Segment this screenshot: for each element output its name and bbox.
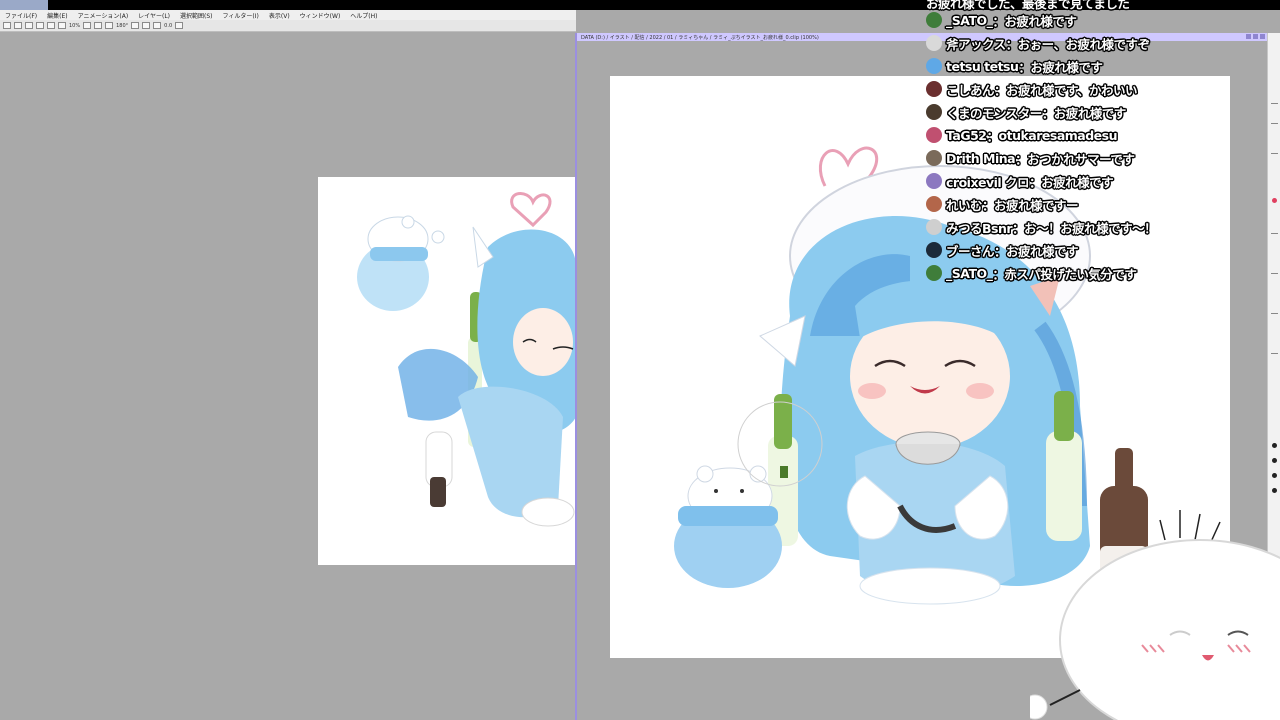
palette-separator <box>1271 233 1278 234</box>
zoom-readout: 10% <box>69 22 81 29</box>
zoom-in-button[interactable] <box>83 22 92 29</box>
menu-item-window[interactable]: ウィンドウ(W) <box>295 11 346 20</box>
rotation-readout: 180° <box>116 22 129 29</box>
chat-message: 斧アックス：おぉー、お疲れ様ですぞ <box>926 32 1150 54</box>
menu-item-layer[interactable]: レイヤー(L) <box>133 11 175 20</box>
chat-message-text: お疲れ様です <box>1004 13 1077 29</box>
menu-item-edit[interactable]: 編集(E) <box>42 11 72 20</box>
chat-message-text: お～！お疲れ様です～！ <box>1024 220 1157 236</box>
chat-message-text: お疲れ様です <box>1030 59 1103 75</box>
chat-author: みつるBsnr <box>946 220 1013 236</box>
avatar <box>926 104 942 120</box>
chat-author: Drith Mina <box>946 150 1016 166</box>
flip-button[interactable] <box>153 22 162 29</box>
chat-message-text: お疲れ様です <box>1041 174 1114 190</box>
chat-message: れいむ：お疲れ様ですー <box>926 193 1079 215</box>
avatar <box>926 81 942 97</box>
brush-size-dot[interactable] <box>1272 458 1277 463</box>
menu-item-animation[interactable]: アニメーション(A) <box>73 11 134 20</box>
color-swatch-red[interactable] <box>1272 198 1277 203</box>
chat-author: tetsu tetsu <box>946 58 1019 74</box>
chat-message-text: おつかれサマーです <box>1027 151 1135 167</box>
chat-author: こしあん <box>946 82 995 98</box>
chat-message-text: お疲れ様です、かわいい <box>1006 82 1138 98</box>
undo-button[interactable] <box>36 22 44 29</box>
chat-message: くまのモンスター：お疲れ様です <box>926 101 1126 123</box>
palette-separator <box>1271 353 1278 354</box>
app-icon-strip <box>0 0 48 10</box>
open-file-button[interactable] <box>14 22 22 29</box>
palette-separator <box>1271 273 1278 274</box>
new-file-button[interactable] <box>3 22 11 29</box>
avatar <box>926 265 942 281</box>
rotate-left-button[interactable] <box>131 22 140 29</box>
reset-view-button[interactable] <box>175 22 184 29</box>
zoom-out-button[interactable] <box>94 22 103 29</box>
chat-message: こしあん：お疲れ様です、かわいい <box>926 78 1138 100</box>
stream-chat-overlay: お疲れ様でした、最後まで見てました _SATO_：お疲れ様です 斧アックス：おぉ… <box>920 0 1265 290</box>
command-bar: 10% 180° 0.0 <box>0 20 576 32</box>
chat-message: ブーさん：お疲れ様です <box>926 239 1079 261</box>
palette-separator <box>1271 123 1278 124</box>
menu-item-file[interactable]: ファイル(F) <box>0 11 42 20</box>
chat-author: _SATO_ <box>946 265 993 281</box>
fit-button[interactable] <box>105 22 114 29</box>
chat-message: _SATO_：お疲れ様です <box>926 9 1077 31</box>
brush-size-dot[interactable] <box>1272 488 1277 493</box>
chat-message: Drith Mina：おつかれサマーです <box>926 147 1135 169</box>
chat-message-text: お疲れ様ですー <box>994 197 1079 213</box>
chat-message: _SATO_：赤スパ投げたい気分です <box>926 262 1137 284</box>
chat-message: tetsu tetsu：お疲れ様です <box>926 55 1103 77</box>
chat-message-text: お疲れ様です <box>1006 243 1079 259</box>
chat-author: 斧アックス <box>946 36 1006 52</box>
menu-item-filter[interactable]: フィルター(I) <box>218 11 264 20</box>
chat-author: ブーさん <box>946 243 995 259</box>
chat-message-text: 赤スパ投げたい気分です <box>1004 266 1137 282</box>
menu-item-view[interactable]: 表示(V) <box>264 11 295 20</box>
chat-author: croixevil クロ <box>946 174 1030 190</box>
menu-bar: ファイル(F) 編集(E) アニメーション(A) レイヤー(L) 選択範囲(S)… <box>0 10 576 20</box>
brush-size-dot[interactable] <box>1272 473 1277 478</box>
save-button[interactable] <box>25 22 33 29</box>
chat-author: _SATO_ <box>946 12 993 28</box>
chat-message: みつるBsnr：お～！お疲れ様です～！ <box>926 216 1157 238</box>
menu-item-selection[interactable]: 選択範囲(S) <box>175 11 218 20</box>
avatar <box>926 127 942 143</box>
angle-readout: 0.0 <box>164 22 173 29</box>
palette-separator <box>1271 153 1278 154</box>
chat-author: くまのモンスター <box>946 105 1042 121</box>
avatar <box>926 12 942 28</box>
chat-message: croixevil クロ：お疲れ様です <box>926 170 1114 192</box>
avatar <box>926 35 942 51</box>
brush-size-dot[interactable] <box>1272 443 1277 448</box>
illustration-left <box>357 192 576 527</box>
menu-item-help[interactable]: ヘルプ(H) <box>345 11 382 20</box>
chat-author: れいむ <box>946 197 983 213</box>
chat-message-text: おぉー、お疲れ様ですぞ <box>1017 36 1150 52</box>
clear-button[interactable] <box>58 22 66 29</box>
avatar <box>926 150 942 166</box>
avatar <box>926 242 942 258</box>
palette-separator <box>1271 313 1278 314</box>
avatar <box>926 173 942 189</box>
palette-separator <box>1271 103 1278 104</box>
avatar <box>926 219 942 235</box>
avatar <box>926 58 942 74</box>
chat-message-text: お疲れ様です <box>1053 105 1127 121</box>
stream-mascot <box>1030 510 1280 720</box>
rotate-right-button[interactable] <box>142 22 151 29</box>
chat-message: TaG52： otukaresamadesu <box>926 124 1117 146</box>
canvas-title: DATA (D:) / イラスト / 配信 / 2022 / 01 / ラミィち… <box>581 34 819 41</box>
chat-author: TaG52 <box>946 127 987 143</box>
chat-message-text: otukaresamadesu <box>998 127 1118 143</box>
canvas-left[interactable] <box>318 177 576 565</box>
redo-button[interactable] <box>47 22 55 29</box>
avatar <box>926 196 942 212</box>
